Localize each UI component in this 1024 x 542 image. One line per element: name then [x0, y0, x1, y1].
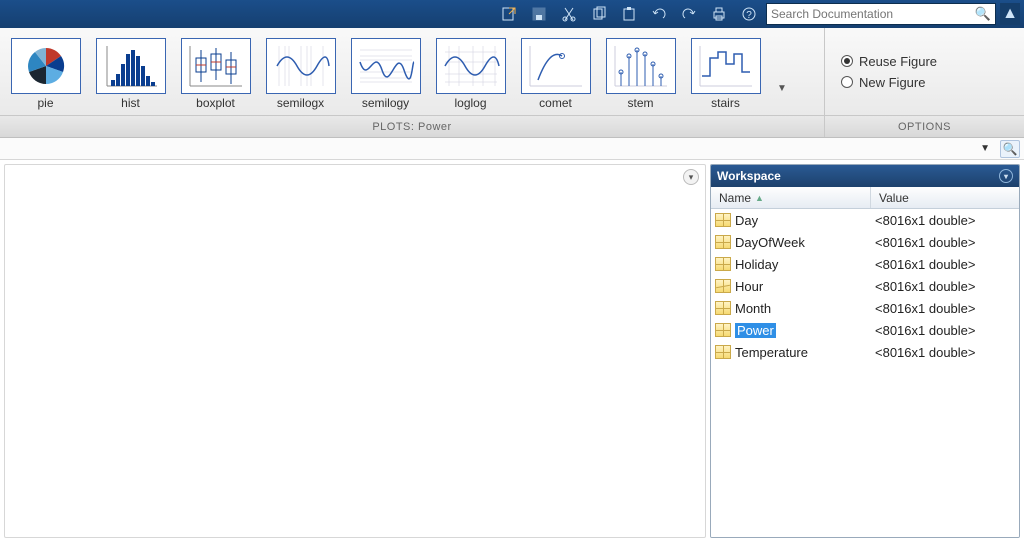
workspace-panel: Workspace ▾ Name▲ Value Day<8016x1 doubl…: [710, 164, 1020, 538]
sort-asc-icon: ▲: [755, 193, 764, 203]
plot-type-hist[interactable]: hist: [93, 38, 168, 110]
variable-value: <8016x1 double>: [875, 235, 1019, 250]
workspace-actions-icon[interactable]: ▾: [999, 169, 1013, 183]
search-icon[interactable]: 🔍: [975, 6, 991, 22]
plots-ribbon: pie hist: [0, 28, 1024, 138]
variable-value: <8016x1 double>: [875, 279, 1019, 294]
help-icon[interactable]: ?: [736, 3, 762, 25]
workspace-variable-row[interactable]: Holiday<8016x1 double>: [711, 253, 1019, 275]
save-icon[interactable]: [526, 3, 552, 25]
plots-section-label: PLOTS: Power: [0, 115, 824, 137]
address-strip: ▼ 🔍: [0, 138, 1024, 160]
cut-icon[interactable]: [556, 3, 582, 25]
redo-icon[interactable]: [676, 3, 702, 25]
export-icon[interactable]: [496, 3, 522, 25]
plot-gallery: pie hist: [0, 28, 824, 115]
plot-type-loglog[interactable]: loglog: [433, 38, 508, 110]
plot-label: loglog: [454, 96, 486, 110]
plot-type-semilogx[interactable]: semilogx: [263, 38, 338, 110]
svg-text:?: ?: [746, 10, 752, 21]
variable-name: Day: [735, 213, 875, 228]
collapse-toolstrip-icon[interactable]: ▲: [1000, 3, 1020, 25]
plot-type-pie[interactable]: pie: [8, 38, 83, 110]
workspace-columns-header[interactable]: Name ▲ Value: [711, 187, 1019, 209]
variable-value: <8016x1 double>: [875, 257, 1019, 272]
plot-label: stem: [627, 96, 653, 110]
workspace-variable-row[interactable]: Hour<8016x1 double>: [711, 275, 1019, 297]
workspace-title: Workspace: [717, 169, 781, 183]
column-value-header[interactable]: Value: [871, 191, 1019, 205]
variable-name: Holiday: [735, 257, 875, 272]
new-figure-label: New Figure: [859, 75, 925, 90]
plot-label: boxplot: [196, 96, 235, 110]
top-toolbar: ? 🔍 ▲: [0, 0, 1024, 28]
plot-label: pie: [37, 96, 53, 110]
radio-icon: [841, 76, 853, 88]
options-section-label: OPTIONS: [825, 115, 1024, 137]
variable-name: DayOfWeek: [735, 235, 875, 250]
workspace-variable-row[interactable]: Day<8016x1 double>: [711, 209, 1019, 231]
undo-icon[interactable]: [646, 3, 672, 25]
plot-type-comet[interactable]: comet: [518, 38, 593, 110]
plot-label: comet: [539, 96, 572, 110]
radio-icon: [841, 55, 853, 67]
reuse-figure-label: Reuse Figure: [859, 54, 937, 69]
plot-label: semilogx: [277, 96, 324, 110]
copy-icon[interactable]: [586, 3, 612, 25]
editor-pane: ▾: [4, 164, 706, 538]
variable-value: <8016x1 double>: [875, 323, 1019, 338]
workspace-variable-row[interactable]: Temperature<8016x1 double>: [711, 341, 1019, 363]
variable-value: <8016x1 double>: [875, 301, 1019, 316]
find-files-icon[interactable]: 🔍: [1000, 140, 1020, 158]
panel-actions-icon[interactable]: ▾: [683, 169, 699, 185]
plot-type-semilogy[interactable]: semilogy: [348, 38, 423, 110]
variable-icon: [715, 279, 731, 293]
column-name-header[interactable]: Name: [719, 191, 751, 205]
variable-icon: [715, 257, 731, 271]
variable-icon: [715, 301, 731, 315]
plot-gallery-dropdown-icon[interactable]: ▼: [773, 53, 791, 94]
search-documentation-input[interactable]: 🔍: [766, 3, 996, 25]
variable-value: <8016x1 double>: [875, 345, 1019, 360]
plot-type-stem[interactable]: stem: [603, 38, 678, 110]
variable-value: <8016x1 double>: [875, 213, 1019, 228]
workspace-variable-row[interactable]: Power<8016x1 double>: [711, 319, 1019, 341]
variable-icon: [715, 323, 731, 337]
layout-dropdown-icon[interactable]: ▼: [974, 143, 996, 154]
new-figure-radio[interactable]: New Figure: [841, 75, 1024, 90]
workspace-variable-list[interactable]: Day<8016x1 double>DayOfWeek<8016x1 doubl…: [711, 209, 1019, 537]
paste-icon[interactable]: [616, 3, 642, 25]
plot-type-boxplot[interactable]: boxplot: [178, 38, 253, 110]
workspace-variable-row[interactable]: Month<8016x1 double>: [711, 297, 1019, 319]
plot-label: hist: [121, 96, 140, 110]
variable-name: Month: [735, 301, 875, 316]
plot-label: semilogy: [362, 96, 409, 110]
reuse-figure-radio[interactable]: Reuse Figure: [841, 54, 1024, 69]
variable-name: Power: [735, 323, 875, 338]
variable-name: Temperature: [735, 345, 875, 360]
search-documentation-field[interactable]: [771, 7, 975, 21]
plot-label: stairs: [711, 96, 740, 110]
variable-name: Hour: [735, 279, 875, 294]
plot-type-stairs[interactable]: stairs: [688, 38, 763, 110]
variable-icon: [715, 213, 731, 227]
variable-icon: [715, 345, 731, 359]
workspace-variable-row[interactable]: DayOfWeek<8016x1 double>: [711, 231, 1019, 253]
variable-icon: [715, 235, 731, 249]
print-icon[interactable]: [706, 3, 732, 25]
options-panel: Reuse Figure New Figure OPTIONS: [824, 28, 1024, 137]
